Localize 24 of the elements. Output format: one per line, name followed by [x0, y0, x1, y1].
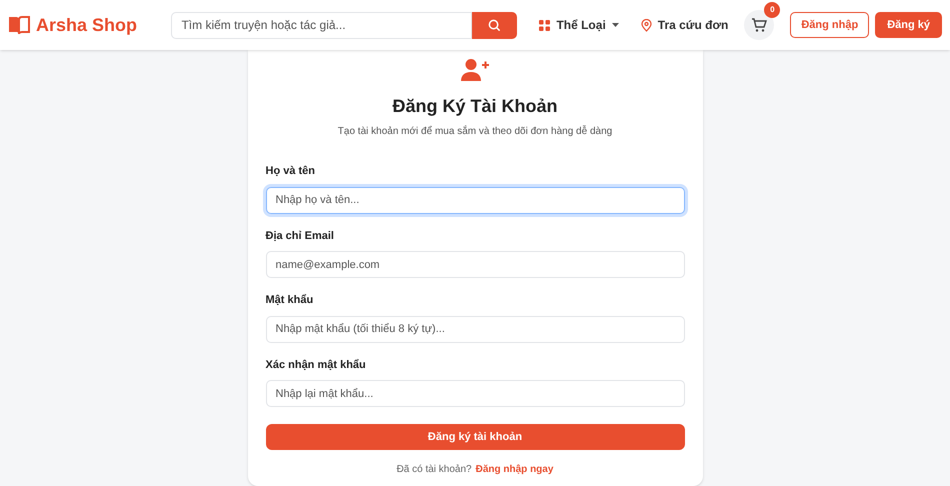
field-label: Họ và tên [266, 164, 316, 179]
cart-count-badge: 0 [764, 2, 780, 18]
form-subtitle: Tạo tài khoản mới để mua sắm và theo dõi đơn hàng dễ dàng [338, 124, 612, 139]
search-field[interactable]: Tìm kiếm truyện hoặc tác giả... [171, 12, 472, 38]
field-label: Mật khẩu [266, 293, 314, 308]
category-dropdown[interactable]: Thể Loại [539, 16, 619, 34]
book-icon [8, 15, 30, 35]
cart-icon [751, 18, 768, 32]
search-icon [488, 18, 502, 32]
order-lookup-link[interactable]: Tra cứu đơn [640, 16, 728, 34]
login-button[interactable]: Đăng nhập [790, 12, 870, 38]
logo-text[interactable]: Arsha Shop [36, 12, 138, 38]
caret-icon [612, 22, 619, 28]
field-label: Xác nhận mật khẩu [266, 358, 367, 372]
register-button[interactable]: Đăng ký [875, 12, 942, 38]
form-title: Đăng Ký Tài Khoản [392, 95, 558, 118]
login-link[interactable]: Đăng nhập ngay [476, 462, 554, 477]
field-label: Địa chỉ Email [266, 228, 335, 244]
login-prompt: Đã có tài khoản? [396, 463, 472, 477]
search-button[interactable] [472, 12, 518, 38]
register-button[interactable]: Đăng ký tài khoản [266, 424, 684, 450]
map-pin-icon [640, 18, 652, 32]
grid-icon [539, 20, 550, 30]
user-plus-icon [460, 58, 490, 82]
